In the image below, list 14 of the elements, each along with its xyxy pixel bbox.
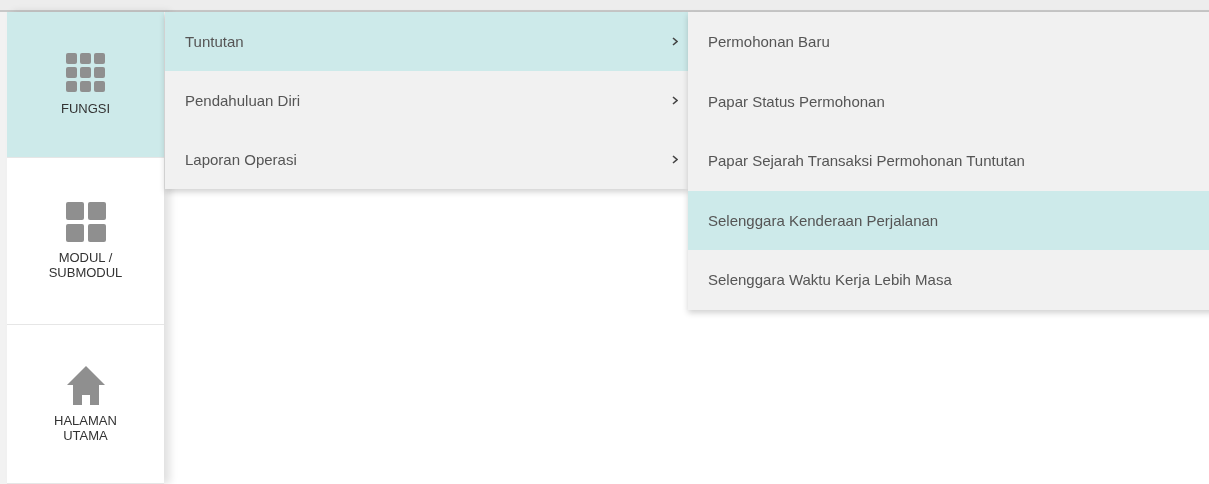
menu-item[interactable]: Selenggara Kenderaan Perjalanan <box>688 190 1209 250</box>
menu-item[interactable]: Tuntutan <box>165 12 688 71</box>
sidebar-item[interactable]: HALAMAN UTAMA <box>7 325 164 484</box>
grid-icon <box>65 53 106 93</box>
menu-item[interactable]: Papar Status Permohonan <box>688 71 1209 131</box>
menu-item[interactable]: Pendahuluan Diri <box>165 71 688 130</box>
menu-item[interactable]: Laporan Operasi <box>165 130 688 189</box>
menu-item[interactable]: Papar Sejarah Transaksi Permohonan Tuntutan <box>688 131 1209 191</box>
grid-icon <box>65 202 106 242</box>
sidebar-item[interactable]: MODUL / SUBMODUL <box>7 158 164 325</box>
menu-item[interactable]: Permohonan Baru <box>688 12 1209 72</box>
home-icon <box>65 365 106 405</box>
menu-item[interactable]: Selenggara Waktu Kerja Lebih Masa <box>688 250 1209 310</box>
sidebar-item[interactable]: FUNGSI <box>7 12 164 158</box>
